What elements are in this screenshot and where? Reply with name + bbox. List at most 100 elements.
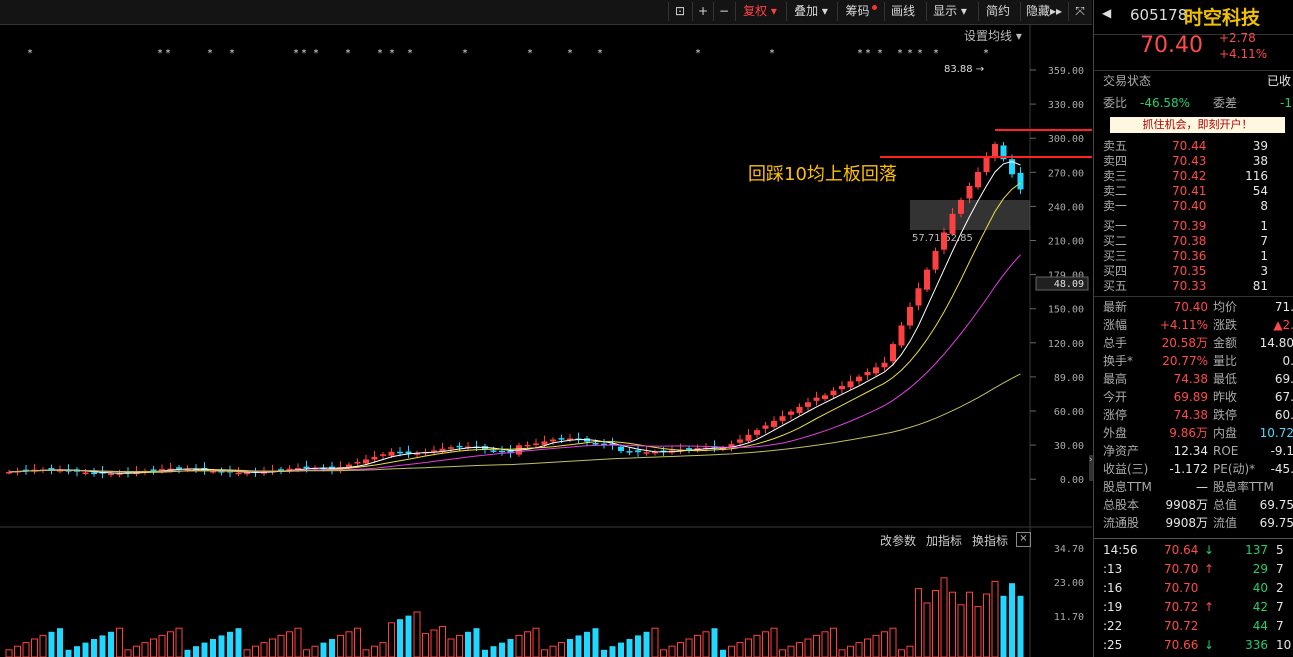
draw-line-button[interactable]: 画线 [884, 2, 921, 21]
level-volume: 1 [1260, 219, 1268, 233]
volume-bar [694, 634, 701, 657]
lock-icon[interactable]: ⊡ [668, 2, 691, 21]
candle-body [779, 416, 786, 421]
volume-bar [838, 649, 846, 657]
change-params-button[interactable]: 改参数 [880, 532, 916, 549]
stat-value: 74.38 [1173, 372, 1208, 386]
level-price: 70.38 [1172, 234, 1207, 248]
stat-value: 67. [1274, 390, 1293, 404]
stat-label: 金额 [1213, 336, 1238, 350]
candle-body [524, 444, 531, 447]
price-tick-label: 120.00 [1048, 339, 1084, 350]
volume-bar [465, 631, 471, 657]
tick-volume: 137 [1245, 543, 1268, 557]
volume-bar [116, 627, 123, 657]
volume-bar [150, 638, 157, 657]
ask-row[interactable]: 卖一 70.40 8 [1094, 199, 1293, 214]
last-price: 70.40 [1140, 33, 1203, 58]
restore-rights-button[interactable]: 复权 ▾ [735, 2, 784, 21]
collapse-arrow-icon[interactable]: ◀ [1102, 6, 1111, 20]
volume-bar [651, 627, 659, 657]
candle-body [643, 452, 650, 454]
volume-bar [362, 649, 370, 657]
tick-time: :13 [1103, 562, 1123, 576]
volume-bar [329, 639, 335, 657]
simple-button[interactable]: 简约 [978, 2, 1017, 21]
overlay-button[interactable]: 叠加 ▾ [786, 2, 835, 21]
stat-label: 总股本 [1103, 498, 1140, 512]
candle-body [881, 362, 888, 368]
stat-label: 流值 [1213, 516, 1238, 530]
volume-bar [821, 631, 829, 657]
chip-button[interactable]: 筹码 [837, 2, 884, 21]
switch-indicator-button[interactable]: 换指标 [972, 532, 1008, 549]
tick-extra: 2 [1276, 581, 1284, 595]
volume-bar [524, 631, 531, 657]
volume-bar [499, 642, 505, 657]
volume-bar [311, 645, 319, 657]
volume-bar [74, 646, 80, 657]
volume-bar [473, 628, 480, 657]
display-button[interactable]: 显示 ▾ [926, 2, 973, 21]
stat-label: 内盘 [1213, 426, 1238, 440]
zoom-out-icon[interactable]: − [713, 2, 734, 21]
ma10-line [8, 182, 1021, 473]
signal-star: * [934, 48, 939, 59]
hide-button[interactable]: 隐藏▸▸ [1020, 2, 1067, 21]
volume-bar [22, 642, 30, 657]
level-price: 70.36 [1172, 249, 1207, 263]
fullscreen-icon[interactable]: ⤧ [1068, 2, 1091, 21]
candle-body [592, 443, 599, 445]
level-label: 买一 [1103, 219, 1128, 233]
volume-bar [227, 631, 233, 657]
stat-value: -1.172 [1169, 462, 1208, 476]
bid-row[interactable]: 买三 70.36 1 [1094, 249, 1293, 264]
stats-row: 今开 69.89 昨收 67. [1094, 388, 1293, 406]
level-label: 卖三 [1103, 169, 1128, 183]
ask-row[interactable]: 卖二 70.41 54 [1094, 184, 1293, 199]
zoom-in-icon[interactable]: + [692, 2, 713, 21]
ask-row[interactable]: 卖三 70.42 116 [1094, 169, 1293, 184]
signal-star: * [696, 48, 701, 59]
volume-bar [991, 580, 999, 657]
close-panel-icon[interactable]: × [1016, 532, 1031, 547]
stat-label: 昨收 [1213, 390, 1238, 404]
volume-bar [158, 634, 166, 657]
candle-body [975, 171, 981, 188]
candle-body [490, 450, 497, 452]
bid-row[interactable]: 买二 70.38 7 [1094, 234, 1293, 249]
volume-bar [193, 646, 199, 657]
ask-row[interactable]: 卖四 70.43 38 [1094, 154, 1293, 169]
candle-body [635, 450, 641, 453]
candle-body [762, 425, 769, 429]
volume-bar [881, 631, 888, 657]
price-tick-label: 210.00 [1048, 237, 1084, 248]
volume-bar [133, 645, 140, 657]
level-label: 卖二 [1103, 184, 1128, 198]
order-ratio-value: -46.58% [1140, 96, 1191, 110]
volume-bar [379, 642, 387, 657]
candle-body [303, 466, 310, 469]
signal-star: * [294, 48, 299, 59]
candle-body [737, 439, 743, 443]
signal-star: * [230, 48, 235, 59]
volume-bar [796, 642, 803, 657]
bid-row[interactable]: 买五 70.33 81 [1094, 279, 1293, 294]
tick-extra: 7 [1276, 562, 1284, 576]
volume-bar [371, 645, 378, 657]
stat-label: 收益(三) [1103, 462, 1149, 476]
open-account-banner[interactable]: 抓住机会，即刻开户！ [1110, 117, 1285, 133]
price-tick-label: 270.00 [1048, 168, 1084, 179]
kline-chart[interactable]: 359.00330.00300.00270.00240.00210.00179.… [0, 24, 1092, 657]
tick-time: :25 [1103, 638, 1123, 652]
quote-panel: ◀ 605178 时空科技 70.40 +2.78 +4.11% 交易状态 已收… [1093, 0, 1293, 657]
stat-label: 均价 [1213, 300, 1238, 314]
volume-bar [592, 628, 599, 657]
ask-row[interactable]: 卖五 70.44 39 [1094, 139, 1293, 154]
add-indicator-button[interactable]: 加指标 [926, 532, 962, 549]
bid-row[interactable]: 买一 70.39 1 [1094, 219, 1293, 234]
volume-bar [303, 649, 310, 657]
bid-row[interactable]: 买四 70.35 3 [1094, 264, 1293, 279]
trade-status-label: 交易状态 [1103, 74, 1152, 88]
signal-star: * [158, 48, 163, 59]
